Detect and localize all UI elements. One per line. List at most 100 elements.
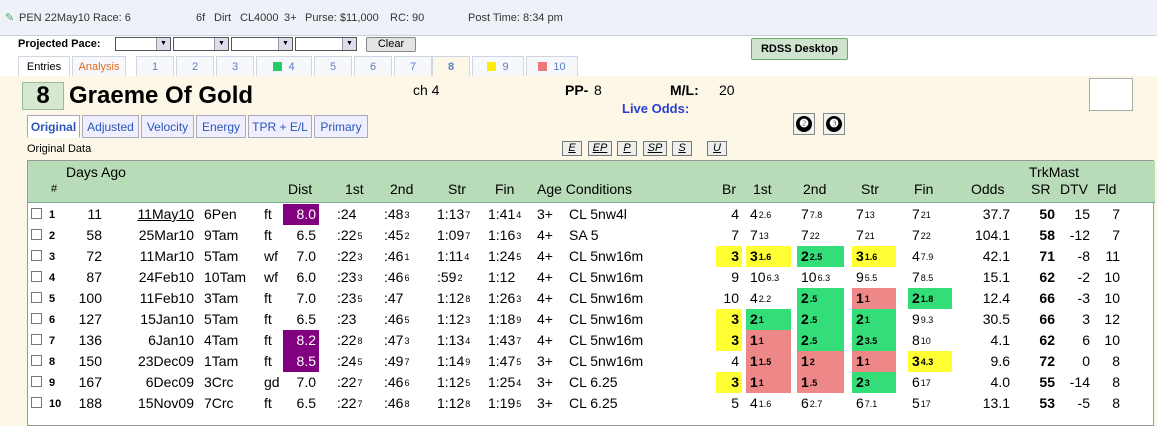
row-checkbox[interactable] bbox=[31, 271, 42, 282]
filter-e-button[interactable]: E bbox=[562, 141, 582, 156]
race-date[interactable]: 15Nov09 bbox=[108, 393, 194, 414]
row-checkbox[interactable] bbox=[31, 313, 42, 324]
call-2nd-sub: 6.3 bbox=[817, 273, 831, 283]
pace-select-1[interactable]: ▼ bbox=[115, 37, 171, 51]
circle-2-button[interactable]: ❷ bbox=[793, 113, 815, 135]
tab-entries[interactable]: Entries bbox=[18, 56, 70, 77]
call-str-value: 9 bbox=[856, 269, 864, 285]
fraction-1st-sub: 3 bbox=[357, 252, 363, 262]
age-restriction: 4+ bbox=[537, 311, 553, 327]
fraction-str-value: 1:12 bbox=[437, 311, 465, 327]
fraction-1st: :227 bbox=[333, 393, 377, 414]
tab-1[interactable]: 1 bbox=[136, 56, 174, 77]
tab-2[interactable]: 2 bbox=[176, 56, 214, 77]
live-odds-label: Live Odds: bbox=[622, 101, 690, 113]
subtab-original[interactable]: Original bbox=[27, 115, 80, 138]
race-date[interactable]: 25Mar10 bbox=[108, 225, 194, 246]
chevron-down-icon: ▼ bbox=[156, 38, 170, 50]
call-2nd-value: 1 bbox=[801, 374, 809, 390]
fraction-str-sub: 8 bbox=[465, 294, 471, 304]
header-call-2nd: 2nd bbox=[803, 181, 827, 197]
table-row: 7 136 6Jan10 4Tam ft 8.2:228:473 1:134 1:437 4+ C… bbox=[28, 330, 1155, 351]
row-checkbox[interactable] bbox=[31, 397, 42, 408]
call-1st: 11 bbox=[746, 372, 791, 393]
race-track: 4Tam bbox=[204, 332, 239, 348]
race-date[interactable]: 6Jan10 bbox=[108, 330, 194, 351]
call-1st: 713 bbox=[746, 225, 791, 246]
filter-s-button[interactable]: S bbox=[672, 141, 692, 156]
race-date[interactable]: 11Mar10 bbox=[108, 246, 194, 267]
call-2nd-value: 10 bbox=[801, 269, 817, 285]
call-str: 67.1 bbox=[852, 393, 896, 414]
call-str-value: 1 bbox=[856, 290, 864, 306]
race-date[interactable]: 11Feb10 bbox=[108, 288, 194, 309]
call-fin: 78.5 bbox=[908, 267, 952, 288]
tab-8[interactable]: 8 bbox=[432, 56, 470, 78]
subtab-tpr-el[interactable]: TPR + E/L bbox=[248, 115, 312, 138]
field-size: 11 bbox=[1105, 248, 1120, 264]
header-odds: Odds bbox=[971, 181, 1005, 197]
odds: 30.5 bbox=[982, 311, 1010, 327]
fraction-1st-sub: 5 bbox=[357, 294, 363, 304]
header-fld: Fld bbox=[1097, 181, 1117, 197]
race-date[interactable]: 11May10 bbox=[108, 204, 194, 225]
fraction-str-value: 1:12 bbox=[437, 374, 465, 390]
row-checkbox[interactable] bbox=[31, 376, 42, 387]
subtab-energy[interactable]: Energy bbox=[196, 115, 246, 138]
subtab-primary[interactable]: Primary bbox=[314, 115, 368, 138]
pp-value: 8 bbox=[594, 82, 602, 98]
header-dist: Dist bbox=[288, 181, 313, 197]
row-checkbox[interactable] bbox=[31, 292, 42, 303]
race-date[interactable]: 15Jan10 bbox=[108, 309, 194, 330]
header-num: # bbox=[51, 183, 58, 195]
tab-10[interactable]: 10 bbox=[526, 56, 578, 77]
race-age: 3+ bbox=[284, 12, 297, 24]
race-conditions: CL 5nw16m bbox=[569, 353, 644, 369]
rdss-desktop-button[interactable]: RDSS Desktop bbox=[751, 38, 848, 60]
circle-3-button[interactable]: ❸ bbox=[823, 113, 845, 135]
row-checkbox[interactable] bbox=[31, 355, 42, 366]
subtab-velocity[interactable]: Velocity bbox=[141, 115, 194, 138]
call-1st-sub: 1.5 bbox=[758, 357, 772, 367]
race-date[interactable]: 23Dec09 bbox=[108, 351, 194, 372]
call-1st-value: 1 bbox=[750, 332, 758, 348]
call-fin-value: 8 bbox=[912, 332, 920, 348]
fraction-2nd: :483 bbox=[380, 204, 426, 225]
race-date[interactable]: 24Feb10 bbox=[108, 267, 194, 288]
tab-5[interactable]: 5 bbox=[314, 56, 352, 77]
filter-u-button[interactable]: U bbox=[707, 141, 727, 156]
pace-select-2[interactable]: ▼ bbox=[173, 37, 229, 51]
field-size: 10 bbox=[1104, 290, 1120, 306]
call-2nd-value: 2 bbox=[801, 248, 809, 264]
filter-sp-button[interactable]: SP bbox=[643, 141, 667, 156]
row-checkbox[interactable] bbox=[31, 229, 42, 240]
subtab-adjusted[interactable]: Adjusted bbox=[82, 115, 139, 138]
fraction-fin: 1:245 bbox=[484, 246, 534, 267]
fraction-1st: :24 bbox=[333, 204, 377, 225]
tab-9[interactable]: 9 bbox=[472, 56, 524, 77]
tab-6[interactable]: 6 bbox=[354, 56, 392, 77]
clear-button[interactable]: Clear bbox=[366, 37, 416, 52]
dtv: 15 bbox=[1074, 206, 1090, 222]
tab-3[interactable]: 3 bbox=[216, 56, 254, 77]
pace-select-3[interactable]: ▼ bbox=[231, 37, 293, 51]
tab-7[interactable]: 7 bbox=[394, 56, 432, 77]
fraction-2nd: :461 bbox=[380, 246, 426, 267]
pace-select-4[interactable]: ▼ bbox=[295, 37, 357, 51]
call-fin-value: 7 bbox=[912, 227, 920, 243]
filter-ep-button[interactable]: EP bbox=[588, 141, 612, 156]
row-checkbox[interactable] bbox=[31, 208, 42, 219]
filter-p-button[interactable]: P bbox=[617, 141, 637, 156]
fraction-fin-value: 1:41 bbox=[488, 206, 516, 222]
row-checkbox[interactable] bbox=[31, 250, 42, 261]
fraction-1st-sub: 7 bbox=[357, 399, 363, 409]
fraction-fin: 1:437 bbox=[484, 330, 534, 351]
tab-analysis[interactable]: Analysis bbox=[72, 56, 126, 77]
fraction-fin: 1:254 bbox=[484, 372, 534, 393]
fraction-2nd-value: :46 bbox=[384, 311, 404, 327]
call-2nd-sub: .5 bbox=[809, 378, 818, 388]
fraction-fin: 1:414 bbox=[484, 204, 534, 225]
tab-4[interactable]: 4 bbox=[256, 56, 312, 77]
race-date[interactable]: 6Dec09 bbox=[108, 372, 194, 393]
row-checkbox[interactable] bbox=[31, 334, 42, 345]
